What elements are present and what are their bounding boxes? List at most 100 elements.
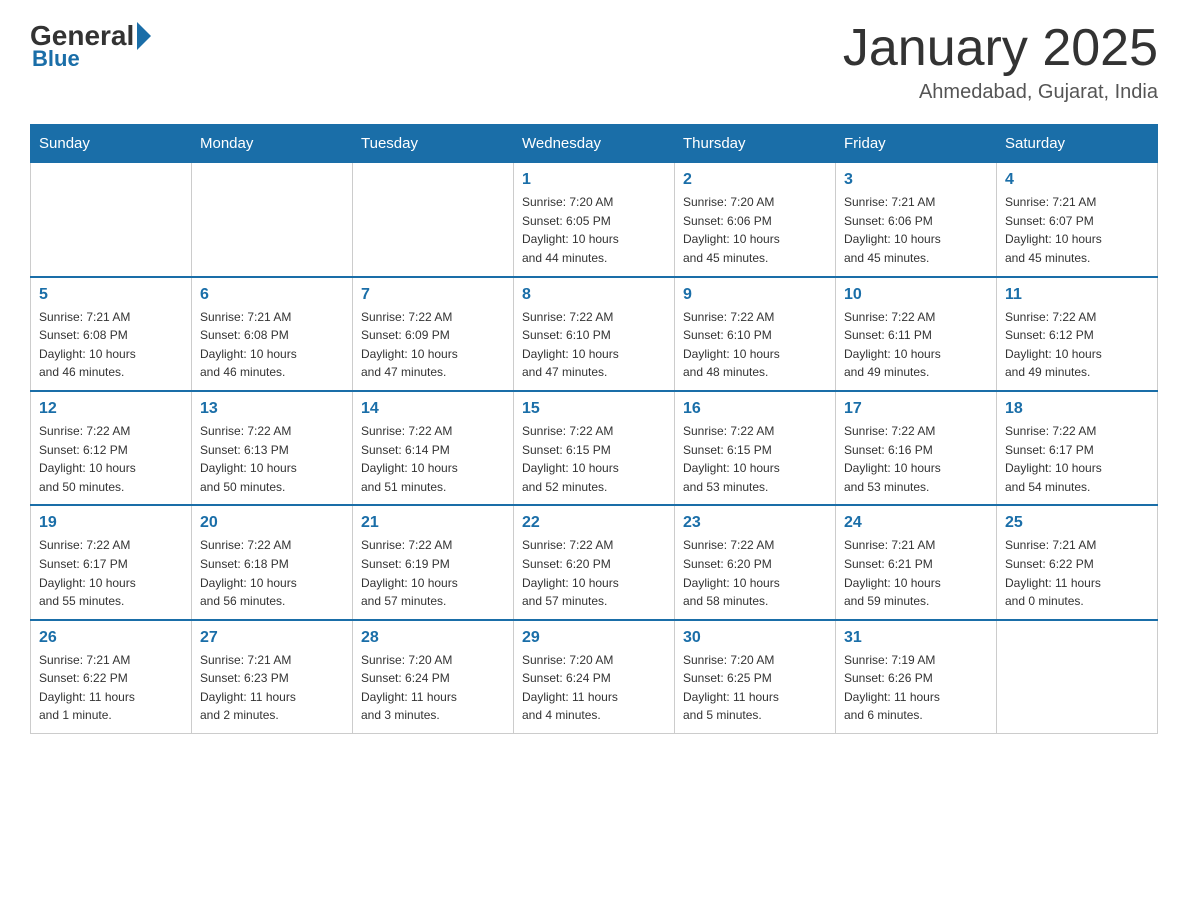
calendar-cell: 13 Sunrise: 7:22 AMSunset: 6:13 PMDayligh… (192, 391, 353, 505)
calendar-header-friday: Friday (836, 125, 997, 163)
calendar-cell: 19 Sunrise: 7:22 AMSunset: 6:17 PMDayligh… (31, 505, 192, 619)
day-number: 21 (361, 514, 505, 532)
day-info: Sunrise: 7:21 AMSunset: 6:06 PMDaylight:… (844, 193, 988, 267)
day-info: Sunrise: 7:22 AMSunset: 6:19 PMDaylight:… (361, 536, 505, 610)
day-info: Sunrise: 7:20 AMSunset: 6:05 PMDaylight:… (522, 193, 666, 267)
day-number: 10 (844, 286, 988, 304)
day-number: 16 (683, 400, 827, 418)
day-info: Sunrise: 7:20 AMSunset: 6:24 PMDaylight:… (361, 651, 505, 725)
day-number: 27 (200, 629, 344, 647)
calendar-cell: 15 Sunrise: 7:22 AMSunset: 6:15 PMDayligh… (514, 391, 675, 505)
day-number: 15 (522, 400, 666, 418)
day-number: 6 (200, 286, 344, 304)
day-info: Sunrise: 7:22 AMSunset: 6:16 PMDaylight:… (844, 422, 988, 496)
day-info: Sunrise: 7:21 AMSunset: 6:22 PMDaylight:… (1005, 536, 1149, 610)
day-info: Sunrise: 7:22 AMSunset: 6:20 PMDaylight:… (522, 536, 666, 610)
day-number: 26 (39, 629, 183, 647)
calendar-cell (997, 620, 1158, 734)
day-number: 28 (361, 629, 505, 647)
day-number: 14 (361, 400, 505, 418)
day-number: 31 (844, 629, 988, 647)
calendar-week-row: 12 Sunrise: 7:22 AMSunset: 6:12 PMDayligh… (31, 391, 1158, 505)
day-info: Sunrise: 7:22 AMSunset: 6:17 PMDaylight:… (39, 536, 183, 610)
calendar-header-sunday: Sunday (31, 125, 192, 163)
calendar-cell: 5Sunrise: 7:21 AMSunset: 6:08 PMDaylight… (31, 277, 192, 391)
day-number: 9 (683, 286, 827, 304)
calendar-cell: 16 Sunrise: 7:22 AMSunset: 6:15 PMDayligh… (675, 391, 836, 505)
day-number: 19 (39, 514, 183, 532)
day-number: 23 (683, 514, 827, 532)
calendar-cell: 9 Sunrise: 7:22 AMSunset: 6:10 PMDaylight… (675, 277, 836, 391)
location-label: Ahmedabad, Gujarat, India (843, 81, 1158, 104)
calendar-header-saturday: Saturday (997, 125, 1158, 163)
calendar-cell: 22 Sunrise: 7:22 AMSunset: 6:20 PMDayligh… (514, 505, 675, 619)
day-info: Sunrise: 7:21 AMSunset: 6:08 PMDaylight:… (200, 308, 344, 382)
calendar-week-row: 1 Sunrise: 7:20 AMSunset: 6:05 PMDaylight… (31, 163, 1158, 277)
calendar-cell: 8 Sunrise: 7:22 AMSunset: 6:10 PMDaylight… (514, 277, 675, 391)
day-info: Sunrise: 7:22 AMSunset: 6:10 PMDaylight:… (522, 308, 666, 382)
calendar-cell: 11Sunrise: 7:22 AMSunset: 6:12 PMDayligh… (997, 277, 1158, 391)
day-number: 1 (522, 171, 666, 189)
calendar-week-row: 5Sunrise: 7:21 AMSunset: 6:08 PMDaylight… (31, 277, 1158, 391)
calendar-week-row: 19 Sunrise: 7:22 AMSunset: 6:17 PMDayligh… (31, 505, 1158, 619)
day-number: 29 (522, 629, 666, 647)
day-number: 8 (522, 286, 666, 304)
day-info: Sunrise: 7:20 AMSunset: 6:25 PMDaylight:… (683, 651, 827, 725)
day-number: 30 (683, 629, 827, 647)
day-info: Sunrise: 7:19 AMSunset: 6:26 PMDaylight:… (844, 651, 988, 725)
calendar-cell: 10 Sunrise: 7:22 AMSunset: 6:11 PMDayligh… (836, 277, 997, 391)
day-info: Sunrise: 7:21 AMSunset: 6:23 PMDaylight:… (200, 651, 344, 725)
title-area: January 2025 Ahmedabad, Gujarat, India (843, 20, 1158, 104)
page-header: General Blue January 2025 Ahmedabad, Guj… (30, 20, 1158, 104)
calendar-cell: 21 Sunrise: 7:22 AMSunset: 6:19 PMDayligh… (353, 505, 514, 619)
calendar-cell: 31 Sunrise: 7:19 AMSunset: 6:26 PMDayligh… (836, 620, 997, 734)
calendar-cell: 2 Sunrise: 7:20 AMSunset: 6:06 PMDaylight… (675, 163, 836, 277)
calendar-cell: 25 Sunrise: 7:21 AMSunset: 6:22 PMDayligh… (997, 505, 1158, 619)
calendar-cell: 27 Sunrise: 7:21 AMSunset: 6:23 PMDayligh… (192, 620, 353, 734)
day-number: 18 (1005, 400, 1149, 418)
calendar-cell: 28 Sunrise: 7:20 AMSunset: 6:24 PMDayligh… (353, 620, 514, 734)
day-info: Sunrise: 7:21 AMSunset: 6:07 PMDaylight:… (1005, 193, 1149, 267)
day-info: Sunrise: 7:21 AMSunset: 6:08 PMDaylight:… (39, 308, 183, 382)
day-number: 22 (522, 514, 666, 532)
calendar-cell (31, 163, 192, 277)
day-number: 25 (1005, 514, 1149, 532)
day-number: 12 (39, 400, 183, 418)
logo-blue-text: Blue (32, 46, 80, 72)
day-number: 3 (844, 171, 988, 189)
day-number: 2 (683, 171, 827, 189)
calendar-cell: 30 Sunrise: 7:20 AMSunset: 6:25 PMDayligh… (675, 620, 836, 734)
day-info: Sunrise: 7:22 AMSunset: 6:15 PMDaylight:… (522, 422, 666, 496)
calendar-cell: 17 Sunrise: 7:22 AMSunset: 6:16 PMDayligh… (836, 391, 997, 505)
day-info: Sunrise: 7:22 AMSunset: 6:20 PMDaylight:… (683, 536, 827, 610)
calendar-cell: 3 Sunrise: 7:21 AMSunset: 6:06 PMDaylight… (836, 163, 997, 277)
calendar-cell: 4 Sunrise: 7:21 AMSunset: 6:07 PMDaylight… (997, 163, 1158, 277)
calendar-cell: 29 Sunrise: 7:20 AMSunset: 6:24 PMDayligh… (514, 620, 675, 734)
day-info: Sunrise: 7:22 AMSunset: 6:13 PMDaylight:… (200, 422, 344, 496)
day-info: Sunrise: 7:22 AMSunset: 6:15 PMDaylight:… (683, 422, 827, 496)
day-info: Sunrise: 7:20 AMSunset: 6:24 PMDaylight:… (522, 651, 666, 725)
calendar-cell (192, 163, 353, 277)
day-number: 20 (200, 514, 344, 532)
calendar-table: SundayMondayTuesdayWednesdayThursdayFrid… (30, 124, 1158, 734)
day-info: Sunrise: 7:22 AMSunset: 6:11 PMDaylight:… (844, 308, 988, 382)
day-number: 7 (361, 286, 505, 304)
day-info: Sunrise: 7:22 AMSunset: 6:14 PMDaylight:… (361, 422, 505, 496)
calendar-cell: 14 Sunrise: 7:22 AMSunset: 6:14 PMDayligh… (353, 391, 514, 505)
calendar-cell: 1 Sunrise: 7:20 AMSunset: 6:05 PMDaylight… (514, 163, 675, 277)
day-info: Sunrise: 7:22 AMSunset: 6:17 PMDaylight:… (1005, 422, 1149, 496)
calendar-cell: 20Sunrise: 7:22 AMSunset: 6:18 PMDayligh… (192, 505, 353, 619)
day-number: 17 (844, 400, 988, 418)
day-info: Sunrise: 7:20 AMSunset: 6:06 PMDaylight:… (683, 193, 827, 267)
day-info: Sunrise: 7:22 AMSunset: 6:12 PMDaylight:… (1005, 308, 1149, 382)
day-info: Sunrise: 7:22 AMSunset: 6:09 PMDaylight:… (361, 308, 505, 382)
day-info: Sunrise: 7:22 AMSunset: 6:10 PMDaylight:… (683, 308, 827, 382)
calendar-cell: 18 Sunrise: 7:22 AMSunset: 6:17 PMDayligh… (997, 391, 1158, 505)
day-number: 4 (1005, 171, 1149, 189)
calendar-header-monday: Monday (192, 125, 353, 163)
day-number: 13 (200, 400, 344, 418)
calendar-cell: 24Sunrise: 7:21 AMSunset: 6:21 PMDayligh… (836, 505, 997, 619)
calendar-cell: 12 Sunrise: 7:22 AMSunset: 6:12 PMDayligh… (31, 391, 192, 505)
calendar-cell: 7 Sunrise: 7:22 AMSunset: 6:09 PMDaylight… (353, 277, 514, 391)
day-info: Sunrise: 7:22 AMSunset: 6:12 PMDaylight:… (39, 422, 183, 496)
